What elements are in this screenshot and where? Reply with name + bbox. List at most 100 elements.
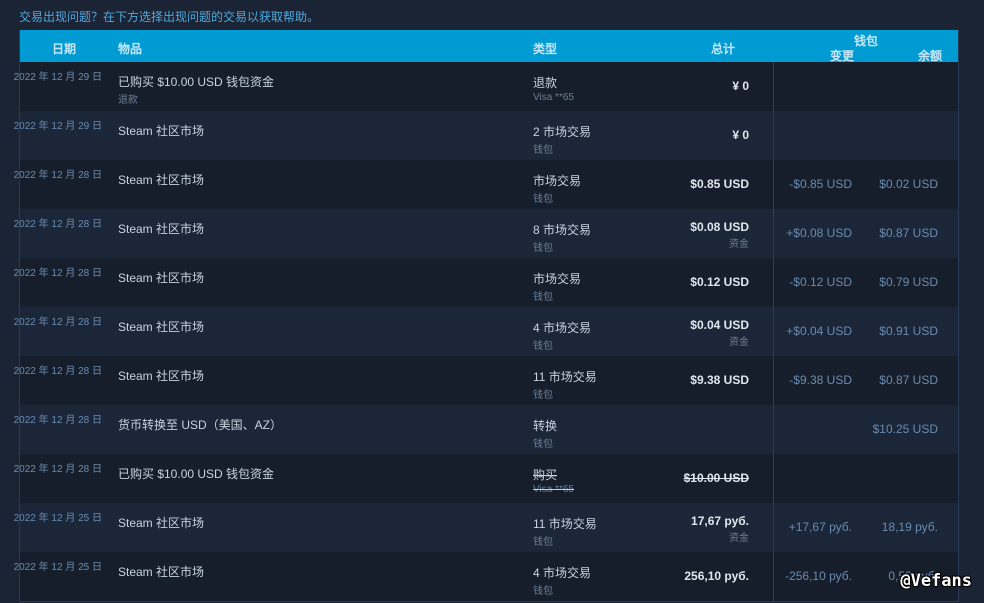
- type-sub: 钱包: [533, 537, 553, 548]
- type-name: 购买: [533, 468, 558, 482]
- row-item: Steam 社区市场: [118, 318, 204, 335]
- row-type: 退款 Visa **65: [533, 74, 574, 103]
- row-item: Steam 社区市场: [118, 220, 204, 237]
- type-sub: 钱包: [533, 586, 553, 597]
- row-type: 11 市场交易 钱包: [533, 515, 597, 548]
- row-date: 2022 年 12 月 28 日: [13, 317, 102, 328]
- row-total: $9.38 USD: [690, 373, 749, 387]
- total-sub: 资金: [729, 533, 749, 544]
- row-date: 2022 年 12 月 28 日: [13, 170, 102, 181]
- row-item: Steam 社区市场: [118, 269, 204, 286]
- row-date: 2022 年 12 月 28 日: [13, 268, 102, 279]
- row-date: 2022 年 12 月 25 日: [13, 562, 102, 573]
- wallet-change: -$0.12 USD: [789, 275, 852, 289]
- wallet-change: -256,10 руб.: [785, 569, 852, 583]
- header-wallet: 钱包: [854, 34, 879, 48]
- item-name: Steam 社区市场: [118, 320, 205, 334]
- type-sub: 钱包: [533, 194, 553, 205]
- wallet-change: +17,67 руб.: [788, 520, 852, 534]
- wallet-change: +$0.04 USD: [786, 324, 852, 338]
- total-value: ¥ 0: [732, 128, 749, 142]
- type-sub: 钱包: [533, 390, 553, 401]
- total-value: $0.12 USD: [690, 275, 749, 289]
- row-date: 2022 年 12 月 28 日: [13, 415, 102, 426]
- row-type: 市场交易 钱包: [533, 172, 581, 205]
- row-type: 转换 钱包: [533, 417, 557, 450]
- row-total: $0.85 USD: [690, 177, 749, 191]
- column-divider: [773, 62, 774, 601]
- wallet-balance: $10.25 USD: [872, 422, 938, 436]
- item-name: 已购买 $10.00 USD 钱包资金: [118, 75, 275, 89]
- item-name: Steam 社区市场: [118, 565, 205, 579]
- total-value: $0.08 USD: [690, 220, 749, 234]
- item-sub: 退款: [118, 95, 138, 106]
- table-row[interactable]: 2022 年 12 月 29 日 Steam 社区市场 2 市场交易 钱包 ¥ 0: [14, 111, 958, 160]
- row-type: 4 市场交易 钱包: [533, 564, 591, 597]
- wallet-balance: 18,19 руб.: [881, 520, 938, 534]
- type-name: 11 市场交易: [533, 517, 597, 531]
- row-date: 2022 年 12 月 29 日: [13, 121, 102, 132]
- item-name: Steam 社区市场: [118, 516, 205, 530]
- row-item: Steam 社区市场: [118, 563, 204, 580]
- type-name: 2 市场交易: [533, 125, 592, 139]
- row-type: 8 市场交易 钱包: [533, 221, 591, 254]
- type-sub: 钱包: [533, 292, 553, 303]
- type-sub: 钱包: [533, 341, 553, 352]
- row-item: 货币转换至 USD（美国、AZ）: [118, 416, 282, 433]
- wallet-balance: $0.91 USD: [879, 324, 938, 338]
- row-total: 256,10 руб.: [684, 569, 749, 583]
- table-row[interactable]: 2022 年 12 月 28 日 已购买 $10.00 USD 钱包资金 购买 V…: [14, 454, 958, 503]
- table-row[interactable]: 2022 年 12 月 25 日 Steam 社区市场 4 市场交易 钱包 256…: [14, 552, 958, 601]
- table-row[interactable]: 2022 年 12 月 28 日 Steam 社区市场 市场交易 钱包 $0.85…: [14, 160, 958, 209]
- row-total: 17,67 руб. 资金: [691, 514, 749, 544]
- total-sub: 资金: [729, 337, 749, 348]
- header-date: 日期: [52, 42, 77, 56]
- row-total: $0.08 USD 资金: [690, 220, 749, 250]
- row-item: 已购买 $10.00 USD 钱包资金: [118, 465, 274, 482]
- header-item: 物品: [118, 42, 143, 56]
- table-row[interactable]: 2022 年 12 月 29 日 已购买 $10.00 USD 钱包资金 退款 退…: [14, 62, 958, 111]
- row-type: 11 市场交易 钱包: [533, 368, 597, 401]
- wallet-change: -$0.85 USD: [789, 177, 852, 191]
- table-body: 2022 年 12 月 29 日 已购买 $10.00 USD 钱包资金 退款 退…: [14, 62, 958, 601]
- type-name: 4 市场交易: [533, 566, 592, 580]
- wallet-change: +$0.08 USD: [786, 226, 852, 240]
- row-total: $0.12 USD: [690, 275, 749, 289]
- row-date: 2022 年 12 月 28 日: [13, 219, 102, 230]
- row-type: 4 市场交易 钱包: [533, 319, 591, 352]
- row-item: 已购买 $10.00 USD 钱包资金 退款: [118, 73, 274, 106]
- row-date: 2022 年 12 月 25 日: [13, 513, 102, 524]
- type-sub: Visa **65: [533, 92, 574, 103]
- total-value: $0.85 USD: [690, 177, 749, 191]
- table-row[interactable]: 2022 年 12 月 28 日 Steam 社区市场 4 市场交易 钱包 $0.…: [14, 307, 958, 356]
- watermark: @Vefans: [900, 571, 972, 591]
- header-type: 类型: [533, 42, 558, 56]
- row-item: Steam 社区市场: [118, 122, 204, 139]
- type-sub: 钱包: [533, 145, 553, 156]
- row-type: 2 市场交易 钱包: [533, 123, 591, 156]
- total-value: $10.00 USD: [683, 471, 749, 485]
- wallet-balance: $0.02 USD: [879, 177, 938, 191]
- total-value: $9.38 USD: [690, 373, 749, 387]
- item-name: 货币转换至 USD（美国、AZ）: [118, 418, 283, 432]
- type-name: 8 市场交易: [533, 223, 592, 237]
- transactions-table: 日期 物品 类型 总计 钱包 变更 余额 2022 年 12 月 29 日 已购…: [14, 30, 959, 602]
- type-name: 市场交易: [533, 272, 582, 286]
- type-sub: 钱包: [533, 243, 553, 254]
- type-name: 转换: [533, 419, 558, 433]
- help-link[interactable]: 交易出现问题？在下方选择出现问题的交易以获取帮助。: [19, 8, 319, 25]
- table-row[interactable]: 2022 年 12 月 28 日 Steam 社区市场 11 市场交易 钱包 $9…: [14, 356, 958, 405]
- table-row[interactable]: 2022 年 12 月 28 日 Steam 社区市场 8 市场交易 钱包 $0.…: [14, 209, 958, 258]
- table-row[interactable]: 2022 年 12 月 28 日 货币转换至 USD（美国、AZ） 转换 钱包 $…: [14, 405, 958, 454]
- total-sub: 资金: [729, 239, 749, 250]
- row-type: 市场交易 钱包: [533, 270, 581, 303]
- item-name: Steam 社区市场: [118, 124, 205, 138]
- type-sub: Visa **65: [533, 484, 574, 495]
- table-row[interactable]: 2022 年 12 月 25 日 Steam 社区市场 11 市场交易 钱包 17…: [14, 503, 958, 552]
- row-item: Steam 社区市场: [118, 367, 204, 384]
- type-name: 4 市场交易: [533, 321, 592, 335]
- table-row[interactable]: 2022 年 12 月 28 日 Steam 社区市场 市场交易钱包 $0.12…: [14, 258, 958, 307]
- row-total: ¥ 0: [732, 79, 749, 93]
- row-date: 2022 年 12 月 29 日: [13, 72, 102, 83]
- item-name: Steam 社区市场: [118, 369, 205, 383]
